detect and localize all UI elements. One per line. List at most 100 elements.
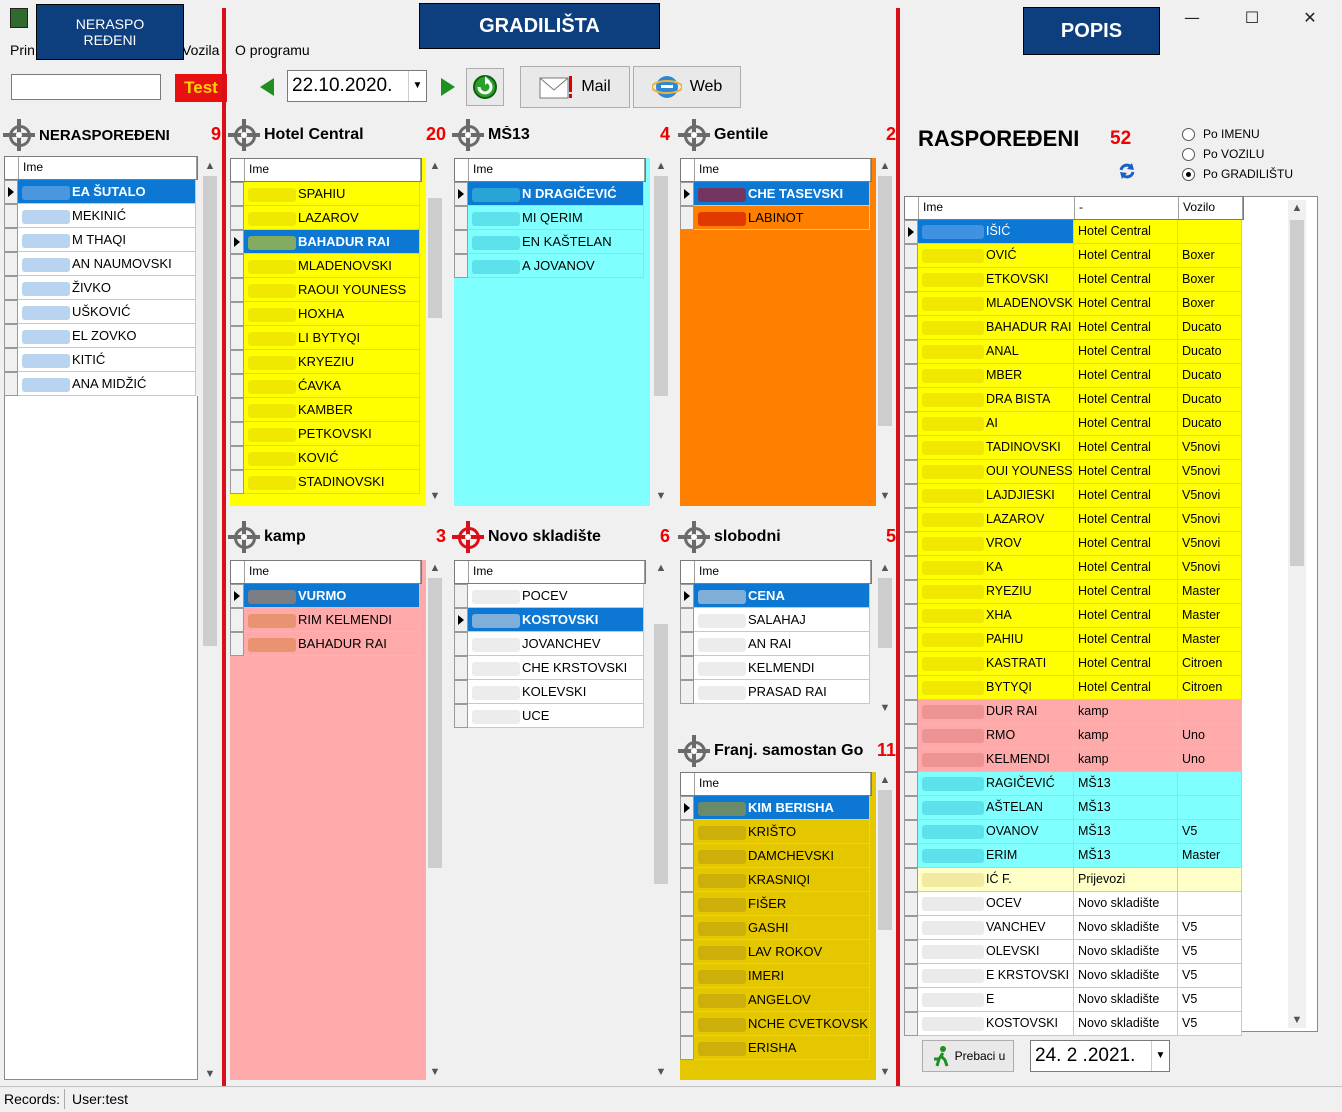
row-indicator[interactable]: [680, 1036, 694, 1060]
prev-date-button[interactable]: [256, 76, 278, 98]
scrollbar-nerasporedeni[interactable]: ▲ ▼: [201, 158, 219, 1082]
column-header-gradiliste[interactable]: -: [1075, 197, 1179, 219]
test-button[interactable]: Test: [175, 74, 227, 102]
prebaci-date-picker[interactable]: 24. 2 .2021. ▼: [1030, 1040, 1170, 1072]
list-item[interactable]: MI QERIM: [454, 206, 646, 230]
table-row[interactable]: VANCHEV Novo skladište V5: [904, 916, 1244, 940]
row-indicator[interactable]: [4, 252, 18, 276]
close-button[interactable]: ✕: [1298, 8, 1322, 27]
list-item[interactable]: MLADENOVSKI: [230, 254, 422, 278]
scroll-down-icon[interactable]: ▼: [876, 488, 894, 504]
chevron-down-icon[interactable]: ▼: [1151, 1041, 1169, 1071]
row-indicator[interactable]: [230, 254, 244, 278]
web-button[interactable]: Web: [633, 66, 741, 108]
list-item[interactable]: KRYEZIU: [230, 350, 422, 374]
list-item[interactable]: STADINOVSKI: [230, 470, 422, 494]
list-item[interactable]: KITIĆ: [4, 348, 198, 372]
row-indicator[interactable]: [454, 182, 468, 206]
list-item[interactable]: GASHI: [680, 916, 872, 940]
row-indicator[interactable]: [4, 300, 18, 324]
scroll-down-icon[interactable]: ▼: [426, 488, 444, 504]
list-item[interactable]: CENA: [680, 584, 872, 608]
scroll-up-icon[interactable]: ▲: [876, 772, 894, 788]
row-indicator[interactable]: [904, 436, 918, 460]
row-indicator[interactable]: [4, 348, 18, 372]
row-indicator[interactable]: [230, 182, 244, 206]
list-item[interactable]: EN KAŠTELAN: [454, 230, 646, 254]
table-row[interactable]: E KRSTOVSKI Novo skladište V5: [904, 964, 1244, 988]
list-item[interactable]: FIŠER: [680, 892, 872, 916]
row-indicator[interactable]: [904, 868, 918, 892]
table-row[interactable]: RYEZIU Hotel Central Master: [904, 580, 1244, 604]
scrollbar-rasporedeni[interactable]: ▲ ▼: [1288, 200, 1306, 1028]
row-indicator[interactable]: [680, 680, 694, 704]
scroll-down-icon[interactable]: ▼: [876, 700, 894, 716]
row-indicator[interactable]: [230, 278, 244, 302]
row-indicator[interactable]: [230, 446, 244, 470]
table-row[interactable]: VROV Hotel Central V5novi: [904, 532, 1244, 556]
row-indicator[interactable]: [904, 388, 918, 412]
list-item[interactable]: BAHADUR RAI: [230, 632, 422, 656]
column-header-ime[interactable]: Ime: [469, 159, 645, 181]
scroll-down-icon[interactable]: ▼: [426, 1064, 444, 1080]
list-item[interactable]: N DRAGIČEVIĆ: [454, 182, 646, 206]
list-item[interactable]: ĆAVKA: [230, 374, 422, 398]
row-indicator[interactable]: [904, 652, 918, 676]
row-indicator[interactable]: [230, 374, 244, 398]
radio-po-imenu[interactable]: Po IMENU: [1182, 124, 1322, 144]
list-item[interactable]: LABINOT: [680, 206, 872, 230]
row-indicator[interactable]: [4, 180, 18, 204]
list-item[interactable]: SALAHAJ: [680, 608, 872, 632]
row-indicator[interactable]: [904, 316, 918, 340]
list-item[interactable]: KRIŠTO: [680, 820, 872, 844]
row-indicator[interactable]: [680, 964, 694, 988]
row-indicator[interactable]: [680, 820, 694, 844]
table-row[interactable]: ANAL Hotel Central Ducato: [904, 340, 1244, 364]
row-indicator[interactable]: [904, 940, 918, 964]
row-indicator[interactable]: [230, 302, 244, 326]
row-indicator[interactable]: [680, 892, 694, 916]
list-item[interactable]: ŽIVKO: [4, 276, 198, 300]
scroll-up-icon[interactable]: ▲: [426, 158, 444, 174]
table-row[interactable]: BYTYQI Hotel Central Citroen: [904, 676, 1244, 700]
row-indicator[interactable]: [230, 422, 244, 446]
row-indicator[interactable]: [904, 772, 918, 796]
table-row[interactable]: DRA BISTA Hotel Central Ducato: [904, 388, 1244, 412]
scrollbar-novo-skladiste[interactable]: ▲ ▼: [652, 560, 670, 1080]
list-item[interactable]: ANGELOV: [680, 988, 872, 1012]
row-indicator[interactable]: [904, 532, 918, 556]
table-row[interactable]: ERIM MŠ13 Master: [904, 844, 1244, 868]
grid-novo-skladiste[interactable]: Ime POCEV KOSTOVSKI JOVANCHEV CHE KRSTOVSKI…: [454, 560, 646, 728]
list-item[interactable]: SPAHIU: [230, 182, 422, 206]
row-indicator[interactable]: [4, 372, 18, 396]
row-indicator[interactable]: [904, 340, 918, 364]
row-indicator[interactable]: [904, 412, 918, 436]
table-row[interactable]: XHA Hotel Central Master: [904, 604, 1244, 628]
row-indicator[interactable]: [230, 608, 244, 632]
table-row[interactable]: KELMENDI kamp Uno: [904, 748, 1244, 772]
prebaci-button[interactable]: Prebaci u: [922, 1040, 1014, 1072]
list-item[interactable]: POCEV: [454, 584, 646, 608]
table-row[interactable]: IŠIĆ Hotel Central: [904, 220, 1244, 244]
scroll-down-icon[interactable]: ▼: [652, 1064, 670, 1080]
scroll-up-icon[interactable]: ▲: [201, 158, 219, 174]
column-header-ime[interactable]: Ime: [695, 773, 871, 795]
list-item[interactable]: AN NAUMOVSKI: [4, 252, 198, 276]
row-indicator[interactable]: [230, 584, 244, 608]
row-indicator[interactable]: [680, 796, 694, 820]
table-row[interactable]: TADINOVSKI Hotel Central V5novi: [904, 436, 1244, 460]
list-item[interactable]: LAV ROKOV: [680, 940, 872, 964]
scroll-down-icon[interactable]: ▼: [1288, 1012, 1306, 1028]
grid-ms13[interactable]: Ime N DRAGIČEVIĆ MI QERIM EN KAŠTELAN A JOV…: [454, 158, 646, 278]
scrollbar-ms13[interactable]: ▲ ▼: [652, 158, 670, 504]
row-indicator[interactable]: [904, 676, 918, 700]
list-item[interactable]: EL ZOVKO: [4, 324, 198, 348]
list-item[interactable]: PRASAD RAI: [680, 680, 872, 704]
table-row[interactable]: E Novo skladište V5: [904, 988, 1244, 1012]
date-picker[interactable]: 22.10.2020. ▼: [287, 70, 427, 102]
scrollbar-hotel-central[interactable]: ▲ ▼: [426, 158, 444, 504]
row-indicator[interactable]: [454, 704, 468, 728]
row-indicator[interactable]: [680, 844, 694, 868]
menu-item-prin[interactable]: Prin: [10, 42, 35, 58]
row-indicator[interactable]: [680, 988, 694, 1012]
